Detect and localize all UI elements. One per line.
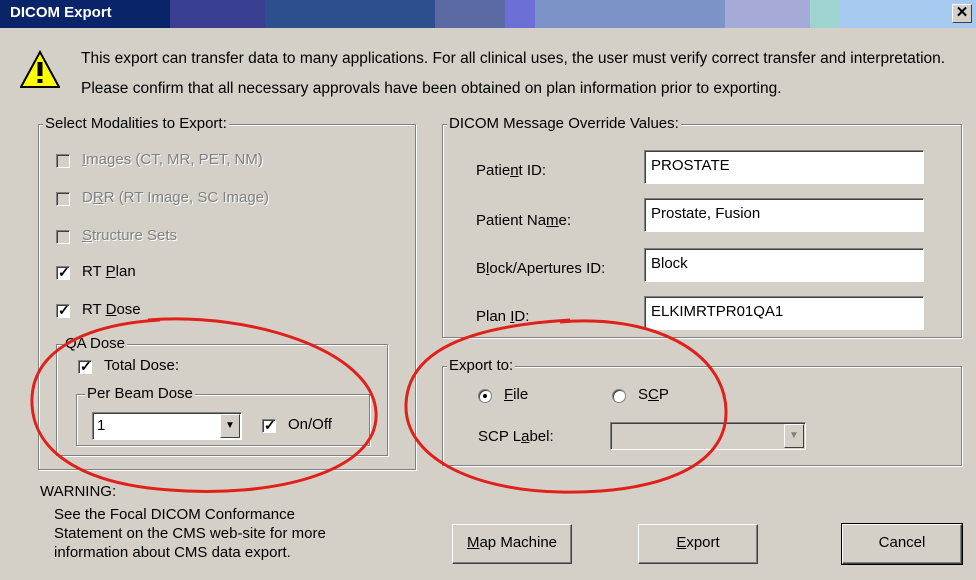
selected-dot-icon: [483, 394, 487, 398]
per-beam-dose-legend: Per Beam Dose: [85, 385, 195, 403]
scp-radio[interactable]: [612, 389, 626, 403]
export-to-group: Export to:: [442, 357, 962, 466]
rt-dose-checkbox-label: RT Dose: [82, 301, 141, 318]
close-button[interactable]: ✕: [952, 4, 972, 23]
warning-line-3: information about CMS data export.: [54, 544, 291, 561]
images-checkbox[interactable]: [56, 154, 70, 168]
warning-line-1: See the Focal DICOM Conformance: [54, 506, 295, 523]
check-mark-icon: ✓: [58, 264, 70, 280]
check-mark-icon: ✓: [264, 417, 276, 433]
images-checkbox-label: Images (CT, MR, PET, NM): [82, 151, 263, 168]
per-beam-dose-value: 1: [97, 417, 106, 434]
rt-plan-checkbox[interactable]: ✓: [56, 264, 70, 280]
total-dose-label: Total Dose:: [104, 357, 180, 374]
scp-radio-label: SCP: [638, 386, 669, 403]
on-off-checkbox[interactable]: ✓: [262, 417, 276, 433]
block-apertures-id-field[interactable]: Block: [644, 248, 924, 282]
file-radio[interactable]: [478, 389, 492, 403]
warning-line-2: Statement on the CMS web-site for more: [54, 525, 326, 542]
warning-icon: [20, 50, 60, 88]
rt-plan-checkbox-label: RT Plan: [82, 263, 136, 280]
drr-checkbox[interactable]: [56, 192, 70, 206]
file-radio-label: File: [504, 386, 529, 403]
cancel-button[interactable]: Cancel: [841, 523, 963, 565]
block-apertures-id-label: Block/Apertures ID:: [476, 260, 606, 277]
window-title: DICOM Export: [10, 4, 112, 21]
title-bar: DICOM Export ✕: [0, 0, 976, 28]
export-button[interactable]: Export: [638, 524, 758, 564]
override-values-legend: DICOM Message Override Values:: [447, 115, 681, 133]
patient-name-field[interactable]: Prostate, Fusion: [644, 198, 924, 232]
scp-label-select[interactable]: ▼: [610, 422, 806, 450]
export-to-legend: Export to:: [447, 357, 516, 375]
plan-id-field[interactable]: ELKIMRTPR01QA1: [644, 296, 924, 330]
modalities-legend: Select Modalities to Export:: [43, 115, 229, 133]
total-dose-checkbox[interactable]: ✓: [78, 358, 92, 374]
plan-id-label: Plan ID:: [476, 308, 530, 325]
warning-title: WARNING:: [40, 483, 117, 500]
on-off-label: On/Off: [288, 416, 332, 433]
scp-label-label: SCP Label:: [478, 428, 554, 445]
close-icon: ✕: [955, 4, 969, 21]
per-beam-dose-select[interactable]: 1 ▼: [92, 412, 242, 440]
check-mark-icon: ✓: [58, 302, 70, 318]
structure-sets-checkbox-label: Structure Sets: [82, 227, 178, 244]
info-message-2: Please confirm that all necessary approv…: [81, 80, 782, 97]
patient-id-field[interactable]: PROSTATE: [644, 150, 924, 184]
chevron-down-icon[interactable]: ▼: [220, 414, 240, 438]
qa-dose-legend: QA Dose: [63, 335, 128, 353]
patient-id-label: Patient ID:: [476, 162, 547, 179]
structure-sets-checkbox[interactable]: [56, 230, 70, 244]
rt-dose-checkbox[interactable]: ✓: [56, 302, 70, 318]
check-mark-icon: ✓: [80, 358, 92, 374]
map-machine-button[interactable]: Map Machine: [452, 524, 572, 564]
info-message-1: This export can transfer data to many ap…: [81, 50, 946, 67]
drr-checkbox-label: DRR (RT Image, SC Image): [82, 189, 270, 206]
patient-name-label: Patient Name:: [476, 212, 572, 229]
chevron-down-icon[interactable]: ▼: [784, 424, 804, 448]
